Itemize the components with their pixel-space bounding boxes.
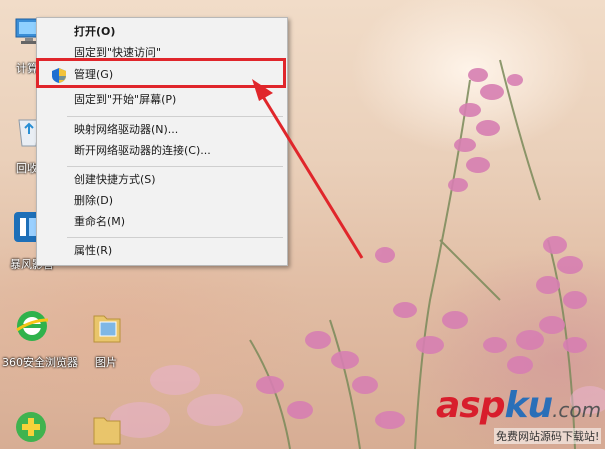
watermark-logo: aspku.com 免费网站源码下载站!: [436, 385, 602, 444]
watermark-suffix: .com: [552, 398, 602, 422]
desktop: 计算 回收 暴风影音 360安全浏览器 图片 打开(O) 固定到"快速访问" 管…: [0, 0, 605, 449]
watermark-part2: ku: [504, 385, 554, 426]
watermark-subtitle: 免费网站源码下载站!: [494, 428, 602, 444]
watermark-part1: asp: [436, 385, 505, 426]
red-arrow: [252, 79, 364, 259]
